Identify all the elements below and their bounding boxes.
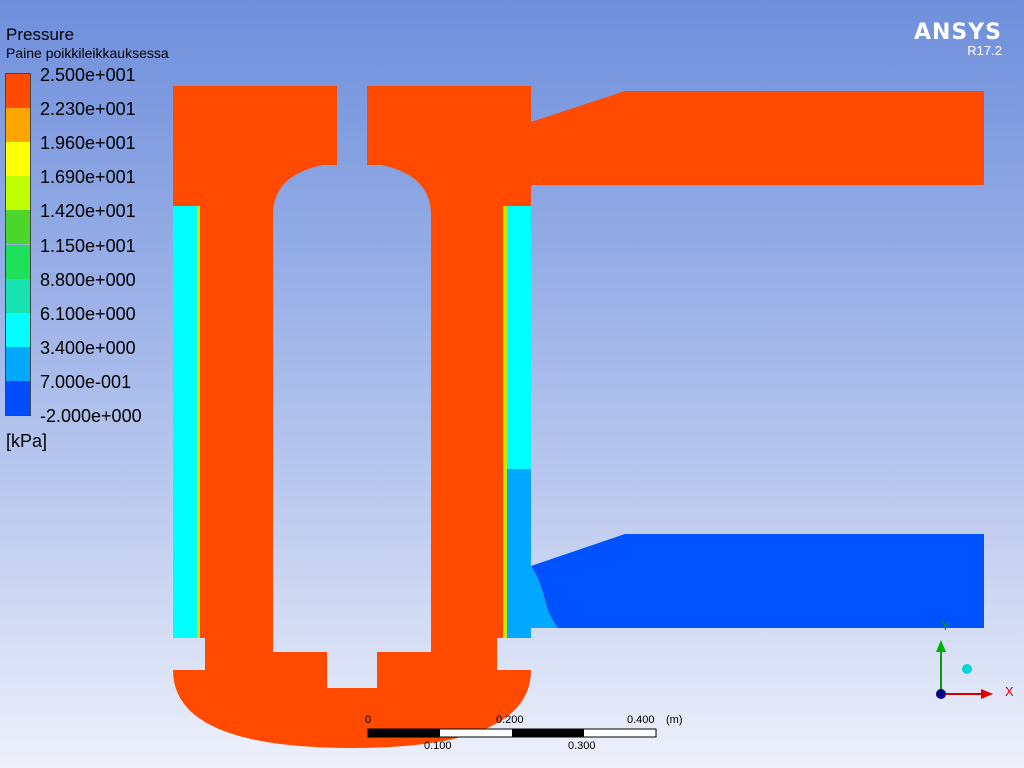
scale-label-0: 0 <box>365 714 372 726</box>
bottom-right-leg <box>431 638 497 670</box>
cfd-viewport[interactable]: Pressure Paine poikkileikkauksessa 2.500… <box>0 0 1024 768</box>
scale-bar <box>367 728 657 738</box>
right-inlet-gap <box>497 192 531 206</box>
left-inlet-gap <box>173 192 205 206</box>
bottom-left-leg <box>205 638 273 670</box>
left-channel <box>173 206 197 638</box>
axis-triad <box>936 640 993 699</box>
bottom-outlet <box>531 534 984 628</box>
scale-unit: (m) <box>666 714 683 726</box>
right-channel <box>507 206 531 469</box>
scale-label-0200: 0.200 <box>496 714 524 726</box>
axis-x-label: X <box>1005 684 1014 699</box>
scale-label-0100: 0.100 <box>424 740 452 752</box>
right-channel-low <box>507 469 531 638</box>
right-wall <box>431 192 497 640</box>
pressure-contour-plot <box>173 86 993 748</box>
axis-y-label: Y <box>941 618 950 633</box>
scale-label-0300: 0.300 <box>568 740 596 752</box>
left-wall <box>205 192 273 640</box>
scale-label-0400: 0.400 <box>627 714 655 726</box>
